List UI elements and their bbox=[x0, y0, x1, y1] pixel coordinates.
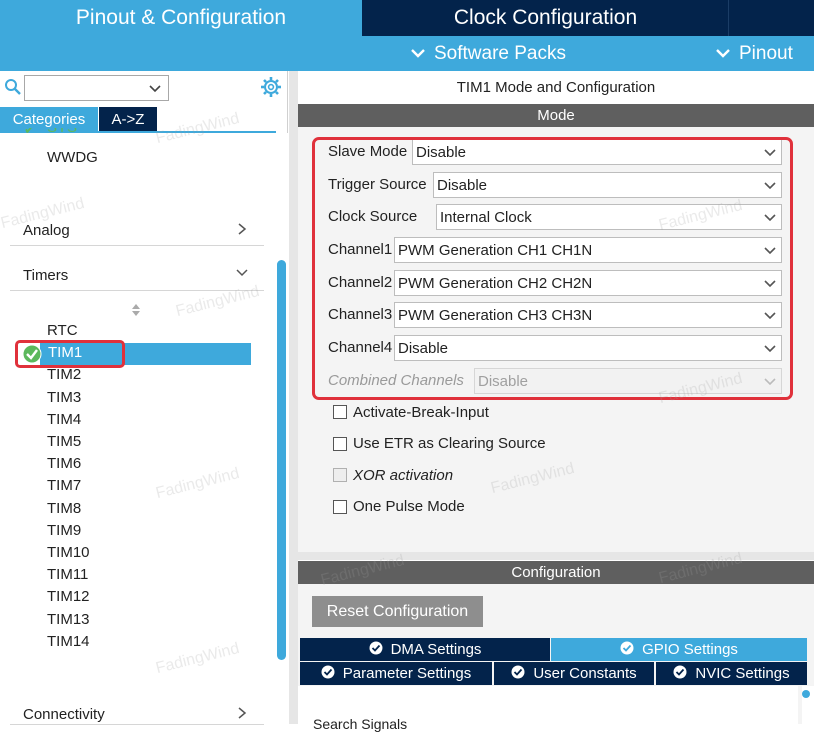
mode-header: Mode bbox=[298, 104, 814, 127]
tab-nvic-label: NVIC Settings bbox=[695, 665, 790, 682]
tree-item-tim2[interactable]: TIM2 bbox=[47, 366, 81, 383]
gear-icon[interactable] bbox=[260, 76, 282, 98]
tab-parameter-label: Parameter Settings bbox=[342, 665, 472, 682]
tab-user-constants[interactable]: User Constants bbox=[494, 662, 654, 685]
activate-break-input-label: Activate-Break-Input bbox=[353, 404, 489, 421]
configuration-header: Configuration bbox=[298, 561, 814, 584]
search-signals-label: Search Signals bbox=[313, 716, 408, 732]
tree-item-wwdg[interactable]: WWDG bbox=[47, 149, 98, 166]
tree-item-tim14[interactable]: TIM14 bbox=[47, 633, 90, 650]
chevron-down-icon bbox=[149, 85, 161, 93]
tree-item-tim13[interactable]: TIM13 bbox=[47, 611, 90, 628]
tree-item-tim8[interactable]: TIM8 bbox=[47, 500, 81, 517]
one-pulse-mode-checkbox[interactable] bbox=[333, 500, 347, 514]
sub-menu-bar bbox=[0, 36, 814, 71]
check-circle-icon bbox=[673, 665, 687, 683]
reset-configuration-button[interactable]: Reset Configuration bbox=[312, 596, 483, 627]
tree-item-tim4[interactable]: TIM4 bbox=[47, 411, 81, 428]
sys-item-partial[interactable]: ✔ SYS bbox=[24, 128, 84, 136]
chevron-right-icon[interactable] bbox=[237, 706, 247, 720]
tree-item-tim10[interactable]: TIM10 bbox=[47, 544, 90, 561]
left-panel bbox=[0, 71, 288, 724]
tree-item-tim11[interactable]: TIM11 bbox=[47, 566, 88, 583]
section-timers[interactable]: Timers bbox=[23, 267, 68, 284]
pinout-menu[interactable]: Pinout bbox=[715, 36, 793, 71]
divider bbox=[10, 290, 264, 291]
tim1-annotation-box bbox=[15, 340, 125, 368]
check-circle-icon bbox=[321, 665, 335, 683]
chevron-down-icon bbox=[715, 43, 731, 65]
tab-dma-settings[interactable]: DMA Settings bbox=[300, 638, 550, 661]
tree-item-tim9[interactable]: TIM9 bbox=[47, 522, 81, 539]
panel-splitter[interactable] bbox=[289, 71, 298, 724]
xor-activation-label: XOR activation bbox=[353, 467, 454, 484]
xor-activation-checkbox bbox=[333, 468, 347, 482]
use-etr-label: Use ETR as Clearing Source bbox=[353, 435, 546, 452]
chevron-down-icon bbox=[410, 43, 426, 65]
tree-item-tim3[interactable]: TIM3 bbox=[47, 389, 81, 406]
tab-pinout-configuration[interactable]: Pinout & Configuration bbox=[0, 0, 362, 36]
search-input[interactable] bbox=[24, 75, 169, 101]
search-icon[interactable] bbox=[4, 78, 22, 96]
software-packs-label: Software Packs bbox=[434, 42, 566, 64]
tab-a-z[interactable]: A->Z bbox=[99, 107, 157, 131]
divider bbox=[10, 724, 264, 725]
tab-clock-configuration[interactable]: Clock Configuration bbox=[364, 0, 727, 36]
tab-gpio-label: GPIO Settings bbox=[642, 641, 738, 658]
software-packs-menu[interactable]: Software Packs bbox=[410, 36, 566, 71]
tab-dma-label: DMA Settings bbox=[390, 641, 482, 658]
activate-break-input-checkbox[interactable] bbox=[333, 405, 347, 419]
pinout-menu-label: Pinout bbox=[739, 42, 793, 64]
check-icon: ✔ bbox=[24, 128, 35, 136]
chevron-down-icon[interactable] bbox=[235, 268, 249, 278]
section-gap bbox=[298, 552, 814, 560]
tab-nvic-settings[interactable]: NVIC Settings bbox=[656, 662, 807, 685]
one-pulse-mode-label: One Pulse Mode bbox=[353, 498, 465, 515]
section-connectivity[interactable]: Connectivity bbox=[23, 706, 105, 723]
use-etr-checkbox[interactable] bbox=[333, 437, 347, 451]
sort-icon[interactable] bbox=[131, 303, 141, 317]
tab-user-constants-label: User Constants bbox=[533, 665, 637, 682]
tree-item-tim12[interactable]: TIM12 bbox=[47, 588, 90, 605]
section-analog[interactable]: Analog bbox=[23, 222, 70, 239]
check-circle-icon bbox=[369, 641, 383, 659]
left-scrollbar-thumb[interactable] bbox=[277, 260, 286, 660]
check-circle-icon bbox=[620, 641, 634, 659]
tab-gpio-settings[interactable]: GPIO Settings bbox=[551, 638, 807, 661]
page-title: TIM1 Mode and Configuration bbox=[456, 79, 656, 96]
chevron-right-icon[interactable] bbox=[237, 222, 247, 236]
check-circle-icon bbox=[511, 665, 525, 683]
tree-item-tim5[interactable]: TIM5 bbox=[47, 433, 81, 450]
mode-annotation-box bbox=[312, 137, 793, 400]
divider bbox=[10, 245, 264, 246]
tab-parameter-settings[interactable]: Parameter Settings bbox=[300, 662, 492, 685]
tree-item-rtc[interactable]: RTC bbox=[47, 322, 78, 339]
tree-item-tim6[interactable]: TIM6 bbox=[47, 455, 81, 472]
tab-more[interactable] bbox=[728, 0, 814, 36]
right-scrollbar-thumb[interactable] bbox=[802, 690, 810, 698]
tree-item-tim7[interactable]: TIM7 bbox=[47, 477, 81, 494]
